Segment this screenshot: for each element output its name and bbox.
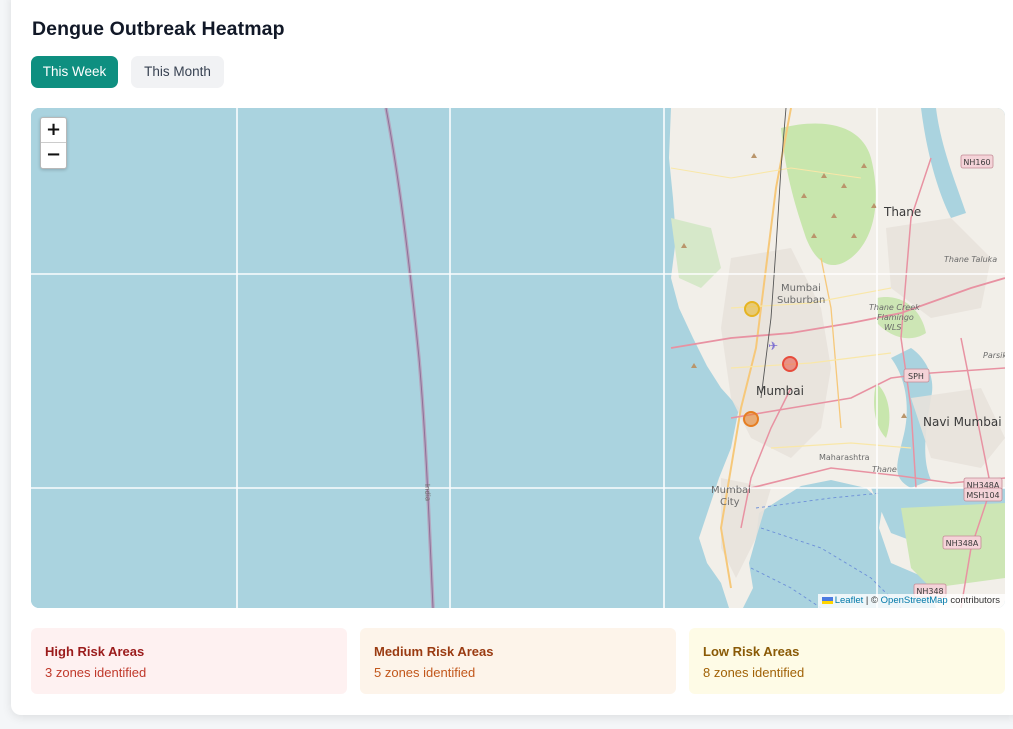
high-risk-count: 3 zones identified bbox=[45, 665, 147, 680]
svg-text:SPH: SPH bbox=[908, 372, 924, 381]
label-parsik: Parsik bbox=[983, 351, 1005, 360]
low-risk-card: Low Risk Areas 8 zones identified bbox=[689, 628, 1005, 694]
outbreak-marker-medium[interactable] bbox=[743, 411, 759, 427]
label-thane-creek-3: WLS bbox=[884, 323, 901, 332]
road-shield-nh348a-2: NH348A bbox=[942, 535, 982, 550]
svg-text:MSH104: MSH104 bbox=[966, 491, 999, 500]
label-thane-taluka: Thane Taluka bbox=[944, 255, 997, 264]
zoom-control: + − bbox=[40, 117, 67, 169]
zoom-in-button[interactable]: + bbox=[41, 118, 66, 143]
medium-risk-title: Medium Risk Areas bbox=[374, 644, 494, 659]
svg-text:✈: ✈ bbox=[768, 339, 778, 353]
low-risk-count: 8 zones identified bbox=[703, 665, 805, 680]
tab-this-week[interactable]: This Week bbox=[31, 56, 118, 88]
label-thane-creek-1: Thane Creek bbox=[869, 303, 920, 312]
label-maharashtra: Maharashtra bbox=[819, 453, 870, 462]
label-mumbai-suburban-2: Suburban bbox=[777, 295, 825, 306]
label-mumbai-city-1: Mumbai bbox=[711, 485, 751, 496]
medium-risk-count: 5 zones identified bbox=[374, 665, 476, 680]
high-risk-title: High Risk Areas bbox=[45, 644, 145, 659]
map-tiles: ✈ Thane Thane Taluka Mumbai Suburban Mum… bbox=[31, 108, 1005, 608]
tab-this-month[interactable]: This Month bbox=[131, 56, 224, 88]
label-navi-mumbai: Navi Mumbai bbox=[923, 415, 1002, 429]
medium-risk-card: Medium Risk Areas 5 zones identified bbox=[360, 628, 676, 694]
road-shield-msh104: MSH104 bbox=[963, 487, 1003, 502]
attribution-separator: | © bbox=[863, 595, 881, 606]
label-thane: Thane bbox=[883, 205, 921, 219]
label-thane-water: Thane bbox=[872, 465, 897, 474]
svg-text:NH160: NH160 bbox=[963, 158, 990, 167]
label-india: India bbox=[423, 484, 432, 501]
map-view[interactable]: ✈ Thane Thane Taluka Mumbai Suburban Mum… bbox=[31, 108, 1005, 608]
leaflet-link[interactable]: Leaflet bbox=[835, 595, 864, 606]
label-mumbai-city-2: City bbox=[720, 497, 740, 508]
road-shield-sph: SPH bbox=[903, 368, 930, 383]
outbreak-marker-medium-low[interactable] bbox=[744, 301, 760, 317]
road-shield-nh160: NH160 bbox=[960, 154, 994, 169]
map-attribution: Leaflet | © OpenStreetMap contributors bbox=[817, 594, 1005, 608]
openstreetmap-link[interactable]: OpenStreetMap bbox=[881, 595, 948, 606]
svg-text:NH348A: NH348A bbox=[946, 539, 979, 548]
low-risk-title: Low Risk Areas bbox=[703, 644, 800, 659]
ukraine-flag-icon bbox=[821, 597, 833, 604]
outbreak-marker-high[interactable] bbox=[782, 356, 798, 372]
label-mumbai-suburban-1: Mumbai bbox=[781, 283, 821, 294]
page-title: Dengue Outbreak Heatmap bbox=[32, 18, 285, 40]
label-mumbai: Mumbai bbox=[756, 384, 804, 398]
attribution-suffix: contributors bbox=[947, 595, 1000, 606]
high-risk-card: High Risk Areas 3 zones identified bbox=[31, 628, 347, 694]
zoom-out-button[interactable]: − bbox=[41, 143, 66, 168]
label-thane-creek-2: Flamingo bbox=[877, 313, 914, 322]
